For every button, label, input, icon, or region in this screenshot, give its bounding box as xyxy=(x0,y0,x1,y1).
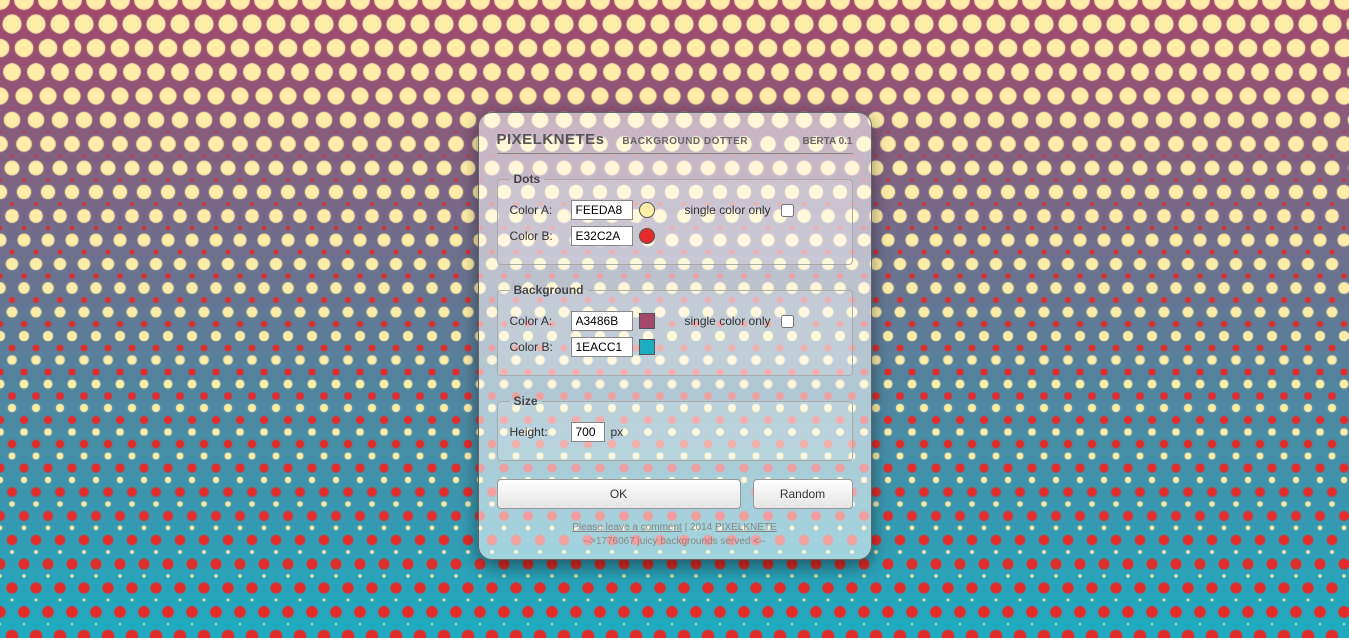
size-legend: Size xyxy=(510,394,542,408)
panel-footer: Please leave a comment | 2014 PIXELKNETE… xyxy=(497,521,853,549)
button-row: OK Random xyxy=(497,479,853,509)
dots-color-a-label: Color A: xyxy=(510,203,565,217)
panel-header: PIXELKNETEs BACKGROUND DOTTER BERTA 0.1 xyxy=(497,131,853,154)
bg-color-a-input[interactable] xyxy=(571,311,633,331)
size-fieldset: Size Height: px xyxy=(497,394,853,461)
dots-color-b-swatch[interactable] xyxy=(639,228,655,244)
bg-single-label: single color only xyxy=(685,314,771,328)
dots-legend: Dots xyxy=(510,172,545,186)
dots-single-checkbox[interactable] xyxy=(781,204,794,217)
brand-subtitle: BACKGROUND DOTTER xyxy=(622,136,748,147)
bg-single-checkbox[interactable] xyxy=(781,315,794,328)
site-link[interactable]: PIXELKNETE xyxy=(715,522,777,533)
settings-panel: PIXELKNETEs BACKGROUND DOTTER BERTA 0.1 … xyxy=(478,112,872,560)
brand-title: PIXELKNETEs BACKGROUND DOTTER xyxy=(497,131,749,149)
comment-link[interactable]: Please leave a comment xyxy=(572,522,682,533)
bg-color-b-input[interactable] xyxy=(571,337,633,357)
ok-button[interactable]: OK xyxy=(497,479,741,509)
dots-single-label: single color only xyxy=(685,203,771,217)
height-label: Height: xyxy=(510,425,565,439)
served-count: -->1776067 juicy backgrounds served <-- xyxy=(583,536,765,547)
bg-color-b-swatch[interactable] xyxy=(639,339,655,355)
dots-fieldset: Dots Color A: single color only Color B: xyxy=(497,172,853,265)
footer-sep: | 2014 xyxy=(682,522,715,533)
height-unit: px xyxy=(611,425,624,439)
version-label: BERTA 0.1 xyxy=(802,136,852,147)
height-input[interactable] xyxy=(571,422,605,442)
dots-color-a-swatch[interactable] xyxy=(639,202,655,218)
bg-color-a-swatch[interactable] xyxy=(639,313,655,329)
dots-color-b-label: Color B: xyxy=(510,229,565,243)
brand-name: PIXELKNETEs xyxy=(497,131,605,148)
background-fieldset: Background Color A: single color only Co… xyxy=(497,283,853,376)
dots-color-a-input[interactable] xyxy=(571,200,633,220)
background-legend: Background xyxy=(510,283,588,297)
bg-color-b-label: Color B: xyxy=(510,340,565,354)
bg-color-a-label: Color A: xyxy=(510,314,565,328)
random-button[interactable]: Random xyxy=(753,479,853,509)
dots-color-b-input[interactable] xyxy=(571,226,633,246)
